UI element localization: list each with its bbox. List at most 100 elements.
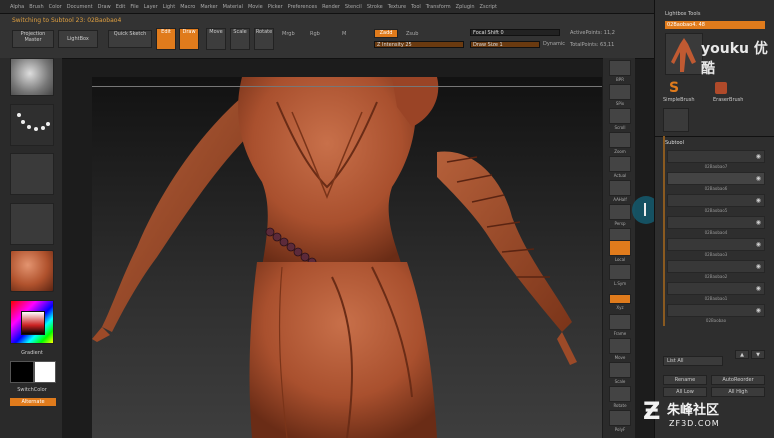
- actual-button[interactable]: [609, 156, 631, 172]
- menu-item[interactable]: Tool: [411, 4, 421, 10]
- list-all-button[interactable]: List All: [663, 356, 723, 366]
- simple-brush-icon[interactable]: S: [669, 80, 679, 96]
- eye-icon[interactable]: ◉: [756, 153, 761, 160]
- edit-button[interactable]: Edit: [156, 28, 176, 50]
- move-down-button[interactable]: ▼: [751, 350, 765, 359]
- rotate-view-button[interactable]: [609, 386, 631, 402]
- quick-sketch-button[interactable]: Quick Sketch: [108, 30, 152, 48]
- focal-shift-slider[interactable]: Focal Shift 0: [470, 29, 560, 36]
- material-thumbnail[interactable]: [10, 250, 54, 292]
- local-button[interactable]: [609, 240, 631, 256]
- lightbox-button[interactable]: LightBox: [58, 30, 98, 48]
- tool-thumb-small[interactable]: [663, 108, 689, 132]
- menu-item[interactable]: Movie: [248, 4, 263, 10]
- left-shelf: Gradient SwitchColor Alternate: [0, 58, 62, 438]
- menu-item[interactable]: Brush: [29, 4, 43, 10]
- subtool-label: 02Baobao: [705, 318, 727, 323]
- subtool-row[interactable]: ◉: [667, 216, 765, 229]
- canvas-viewport[interactable]: [92, 77, 602, 438]
- move-button[interactable]: Move: [206, 28, 226, 50]
- zsub-button[interactable]: Zsub: [406, 31, 418, 37]
- menu-item[interactable]: Alpha: [10, 4, 24, 10]
- eye-icon[interactable]: ◉: [756, 307, 761, 314]
- menu-item[interactable]: Render: [322, 4, 340, 10]
- menu-item[interactable]: Macro: [180, 4, 195, 10]
- scale-view-button[interactable]: [609, 362, 631, 378]
- subtool-row[interactable]: ◉: [667, 172, 765, 185]
- xyz-button[interactable]: [609, 294, 631, 304]
- current-tool-slider[interactable]: 02Baobao4. 48: [665, 21, 765, 29]
- menu-item[interactable]: Preferences: [288, 4, 317, 10]
- subtool-row[interactable]: ◉: [667, 150, 765, 163]
- menu-item[interactable]: Edit: [116, 4, 126, 10]
- draw-size-slider[interactable]: Draw Size 1: [470, 41, 540, 48]
- subtool-row[interactable]: ◉: [667, 260, 765, 273]
- subtool-scrollbar[interactable]: [663, 136, 665, 326]
- spix-button[interactable]: [609, 84, 631, 100]
- aahalf-button[interactable]: [609, 180, 631, 196]
- alternate-button[interactable]: Alternate: [10, 398, 56, 406]
- menu-item[interactable]: Picker: [268, 4, 283, 10]
- move-up-button[interactable]: ▲: [735, 350, 749, 359]
- menu-item[interactable]: Stencil: [345, 4, 362, 10]
- primary-color-swatch[interactable]: [10, 361, 34, 383]
- menu-item[interactable]: Color: [49, 4, 62, 10]
- rgb-toggle[interactable]: Rgb: [310, 31, 320, 37]
- subtool-row[interactable]: ◉: [667, 282, 765, 295]
- menu-item[interactable]: Light: [163, 4, 175, 10]
- eye-icon[interactable]: ◉: [756, 175, 761, 182]
- menu-item[interactable]: Draw: [98, 4, 111, 10]
- simple-brush-label[interactable]: SimpleBrush: [663, 97, 695, 103]
- eye-icon[interactable]: ◉: [756, 285, 761, 292]
- rotate-button[interactable]: Rotate: [254, 28, 274, 50]
- eraser-brush-label[interactable]: EraserBrush: [713, 97, 743, 103]
- menu-item[interactable]: Marker: [200, 4, 217, 10]
- subtool-row[interactable]: ◉: [667, 194, 765, 207]
- subtool-row[interactable]: ◉: [667, 304, 765, 317]
- eye-icon[interactable]: ◉: [756, 219, 761, 226]
- alpha-thumbnail[interactable]: [10, 153, 54, 195]
- menu-item[interactable]: Material: [223, 4, 243, 10]
- lsym-button[interactable]: [609, 264, 631, 280]
- zoom-button[interactable]: [609, 132, 631, 148]
- mrgb-toggle[interactable]: Mrgb: [282, 31, 295, 37]
- subtool-row[interactable]: ◉: [667, 238, 765, 251]
- color-square[interactable]: [21, 311, 45, 335]
- auto-reorder-button[interactable]: AutoReorder: [711, 375, 765, 385]
- bpr-button[interactable]: [609, 60, 631, 76]
- menu-item[interactable]: Texture: [388, 4, 406, 10]
- current-tool-thumbnail[interactable]: [665, 33, 703, 75]
- frame-button[interactable]: [609, 314, 631, 330]
- eye-icon[interactable]: ◉: [756, 241, 761, 248]
- m-toggle[interactable]: M: [342, 31, 346, 37]
- scale-button[interactable]: Scale: [230, 28, 250, 50]
- texture-thumbnail[interactable]: [10, 203, 54, 245]
- menu-item[interactable]: Transform: [426, 4, 451, 10]
- zadd-button[interactable]: Zadd: [374, 29, 398, 38]
- menu-item[interactable]: Document: [67, 4, 93, 10]
- z-intensity-slider[interactable]: Z Intensity 25: [374, 41, 464, 48]
- youku-watermark: youku 优酷: [701, 41, 768, 77]
- dynamic-button[interactable]: Dynamic: [543, 41, 565, 47]
- draw-button[interactable]: Draw: [179, 28, 199, 50]
- move-view-button[interactable]: [609, 338, 631, 354]
- menu-item[interactable]: Zscript: [480, 4, 497, 10]
- persp-button[interactable]: [609, 204, 631, 220]
- brush-thumbnail[interactable]: [10, 58, 54, 96]
- eye-icon[interactable]: ◉: [756, 263, 761, 270]
- menu-item[interactable]: Layer: [144, 4, 158, 10]
- menu-item[interactable]: Zplugin: [456, 4, 475, 10]
- secondary-color-swatch[interactable]: [34, 361, 56, 383]
- switch-color-button[interactable]: SwitchColor: [10, 387, 54, 393]
- eye-icon[interactable]: ◉: [756, 197, 761, 204]
- color-picker[interactable]: [10, 300, 54, 344]
- rename-button[interactable]: Rename: [663, 375, 707, 385]
- projection-master-button[interactable]: Projection Master: [12, 30, 54, 48]
- polyf-button[interactable]: [609, 410, 631, 426]
- eraser-brush-icon[interactable]: [715, 82, 727, 94]
- right-shelf: BPR SPix Scroll Zoom Actual AAHalf Persp…: [603, 58, 635, 438]
- menu-item[interactable]: Stroke: [367, 4, 383, 10]
- scroll-button[interactable]: [609, 108, 631, 124]
- stroke-thumbnail[interactable]: [10, 104, 54, 146]
- menu-item[interactable]: File: [130, 4, 138, 10]
